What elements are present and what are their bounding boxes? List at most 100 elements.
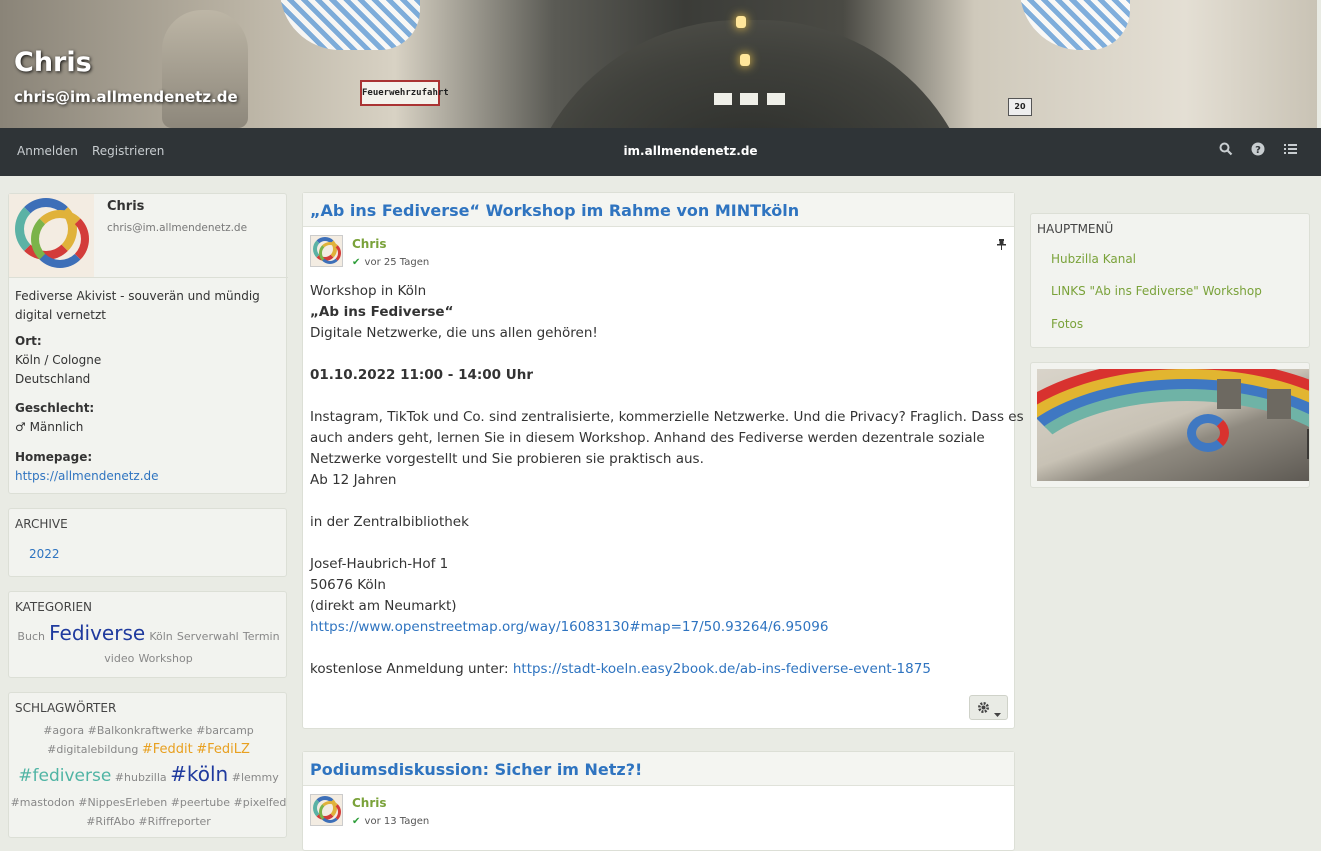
post-meta: ✔ vor 25 Tagen bbox=[352, 254, 429, 269]
cover-plate: 20 bbox=[1008, 98, 1032, 116]
registration-link[interactable]: https://stadt-koeln.easy2book.de/ab-ins-… bbox=[513, 661, 931, 677]
category-termin[interactable]: Termin bbox=[243, 630, 280, 643]
cover-photo: Feuerwehrzufahrt 20 Chris chris@im.allme… bbox=[0, 0, 1317, 128]
cover-statue bbox=[162, 10, 248, 128]
tag-riffabo[interactable]: #RiffAbo bbox=[86, 815, 135, 828]
cover-channel-name: Chris bbox=[14, 47, 92, 78]
main-menu-title: HAUPTMENÜ bbox=[1037, 222, 1114, 236]
categories-title: KATEGORIEN bbox=[15, 600, 93, 614]
post-timestamp: vor 13 Tagen bbox=[364, 816, 430, 827]
profile-bio: Fediverse Akivist - souverän und mündig … bbox=[15, 289, 260, 322]
site-brand[interactable]: im.allmendenetz.de bbox=[0, 144, 1321, 158]
tag-balkonkraftwerke[interactable]: #Balkonkraftwerke bbox=[88, 724, 193, 737]
menu-item-links-workshop[interactable]: LINKS "Ab ins Fediverse" Workshop bbox=[1051, 284, 1262, 298]
post-body-line: auch anders geht, lernen Sie in diesem W… bbox=[310, 430, 985, 446]
archive-item-2022[interactable]: 2022 bbox=[29, 547, 60, 561]
category-cloud: Buch Fediverse Köln Serverwahl Termin vi… bbox=[9, 622, 288, 670]
post-body-line: Josef-Haubrich-Hof 1 bbox=[310, 556, 449, 572]
post-body-line: 50676 Köln bbox=[310, 577, 386, 593]
category-buch[interactable]: Buch bbox=[17, 630, 45, 643]
cover-sign: Feuerwehrzufahrt bbox=[360, 80, 449, 106]
profile-card: Chris chris@im.allmendenetz.de Fediverse… bbox=[8, 193, 288, 494]
caret-down-icon bbox=[994, 706, 1001, 721]
category-fediverse[interactable]: Fediverse bbox=[49, 621, 145, 645]
tag-lemmy[interactable]: #lemmy bbox=[232, 771, 279, 784]
cover-window bbox=[714, 93, 732, 105]
tag-hubzilla[interactable]: #hubzilla bbox=[115, 771, 167, 784]
profile-homepage: Homepage: https://allmendenetz.de bbox=[15, 450, 159, 483]
homepage-link[interactable]: https://allmendenetz.de bbox=[15, 469, 159, 483]
tags-title: SCHLAGWÖRTER bbox=[15, 701, 117, 715]
post-body-line: kostenlose Anmeldung unter: https://stad… bbox=[310, 661, 931, 677]
post-body-line: Instagram, TikTok und Co. sind zentralis… bbox=[310, 409, 1024, 425]
post-title[interactable]: „Ab ins Fediverse“ Workshop im Rahme von… bbox=[310, 201, 799, 220]
category-serverwahl[interactable]: Serverwahl bbox=[177, 630, 239, 643]
post-body-line: Digitale Netzwerke, die uns allen gehöre… bbox=[310, 325, 598, 341]
post-item: Podiumsdiskussion: Sicher im Netz?! Chri… bbox=[302, 751, 1015, 851]
category-workshop[interactable]: Workshop bbox=[138, 652, 192, 665]
svg-text:?: ? bbox=[1255, 145, 1261, 156]
cover-window bbox=[767, 93, 785, 105]
tag-fediverse[interactable]: #fediverse bbox=[18, 766, 111, 786]
category-video[interactable]: video bbox=[104, 652, 134, 665]
archive-title: ARCHIVE bbox=[15, 517, 68, 531]
post-header: Podiumsdiskussion: Sicher im Netz?! bbox=[303, 752, 1014, 786]
verified-check-icon: ✔ bbox=[352, 816, 361, 827]
tag-feddit[interactable]: #Feddit bbox=[142, 742, 193, 757]
menu-item-hubzilla-kanal[interactable]: Hubzilla Kanal bbox=[1051, 252, 1136, 266]
tags-widget: SCHLAGWÖRTER #agora #Balkonkraftwerke #b… bbox=[8, 692, 287, 838]
tag-koeln[interactable]: #köln bbox=[170, 762, 228, 786]
post-header: „Ab ins Fediverse“ Workshop im Rahme von… bbox=[303, 193, 1014, 227]
profile-name[interactable]: Chris bbox=[107, 199, 144, 214]
main-menu-widget: HAUPTMENÜ Hubzilla Kanal LINKS "Ab ins F… bbox=[1030, 213, 1310, 348]
menu-item-fotos[interactable]: Fotos bbox=[1051, 317, 1083, 331]
post-settings-button[interactable] bbox=[969, 695, 1008, 720]
cover-lamp bbox=[740, 54, 750, 66]
post-title[interactable]: Podiumsdiskussion: Sicher im Netz?! bbox=[310, 760, 642, 779]
post-body-line: (direkt am Neumarkt) bbox=[310, 598, 457, 614]
cover-lamp bbox=[736, 16, 746, 28]
osm-link[interactable]: https://www.openstreetmap.org/way/160831… bbox=[310, 619, 828, 635]
tag-pixelfed[interactable]: #pixelfed bbox=[234, 796, 287, 809]
post-author-name[interactable]: Chris bbox=[352, 237, 387, 251]
profile-address: chris@im.allmendenetz.de bbox=[107, 222, 248, 234]
post-body-line: „Ab ins Fediverse“ bbox=[310, 304, 454, 320]
post-item: „Ab ins Fediverse“ Workshop im Rahme von… bbox=[302, 192, 1024, 729]
categories-widget: KATEGORIEN Buch Fediverse Köln Serverwah… bbox=[8, 591, 287, 678]
tag-mastodon[interactable]: #mastodon bbox=[11, 796, 75, 809]
post-body-line: in der Zentralbibliothek bbox=[310, 514, 469, 530]
search-icon[interactable] bbox=[1219, 142, 1233, 160]
pin-icon bbox=[997, 239, 1006, 254]
post-timestamp: vor 25 Tagen bbox=[364, 257, 430, 268]
building-photo[interactable] bbox=[1037, 369, 1309, 481]
tag-agora[interactable]: #agora bbox=[43, 724, 84, 737]
photo-widget bbox=[1030, 362, 1310, 488]
cover-archway bbox=[520, 20, 980, 128]
tag-barcamp[interactable]: #barcamp bbox=[196, 724, 254, 737]
verified-check-icon: ✔ bbox=[352, 257, 361, 268]
archive-widget: ARCHIVE 2022 bbox=[8, 508, 287, 577]
post-body-line: 01.10.2022 11:00 - 14:00 Uhr bbox=[310, 367, 533, 383]
gear-icon bbox=[977, 701, 990, 718]
tag-riffreporter[interactable]: #Riffreporter bbox=[138, 815, 210, 828]
help-icon[interactable]: ? bbox=[1251, 142, 1265, 160]
post-body-line: Workshop in Köln bbox=[310, 283, 427, 299]
post-author-avatar[interactable] bbox=[310, 235, 343, 267]
cover-window bbox=[740, 93, 758, 105]
tag-digitalebildung[interactable]: #digitalebildung bbox=[47, 743, 138, 756]
cover-decoration bbox=[280, 0, 420, 50]
post-body-line: Ab 12 Jahren bbox=[310, 472, 397, 488]
top-navbar: Anmelden Registrieren im.allmendenetz.de… bbox=[0, 128, 1321, 176]
post-author-name[interactable]: Chris bbox=[352, 796, 387, 810]
post-author-avatar[interactable] bbox=[310, 794, 343, 826]
tag-nippeserleben[interactable]: #NippesErleben bbox=[78, 796, 167, 809]
category-koeln[interactable]: Köln bbox=[149, 630, 172, 643]
tag-fedilz[interactable]: #FediLZ bbox=[196, 742, 250, 757]
profile-location: Ort: Köln / Cologne Deutschland bbox=[15, 334, 102, 386]
menu-icon[interactable] bbox=[1284, 142, 1297, 160]
tag-cloud: #agora #Balkonkraftwerke #barcamp #digit… bbox=[9, 721, 288, 831]
tag-peertube[interactable]: #peertube bbox=[171, 796, 230, 809]
cover-decoration bbox=[1020, 0, 1130, 50]
post-body-line: Netzwerke vorgestellt und Sie probieren … bbox=[310, 451, 704, 467]
post-meta: ✔ vor 13 Tagen bbox=[352, 813, 429, 828]
